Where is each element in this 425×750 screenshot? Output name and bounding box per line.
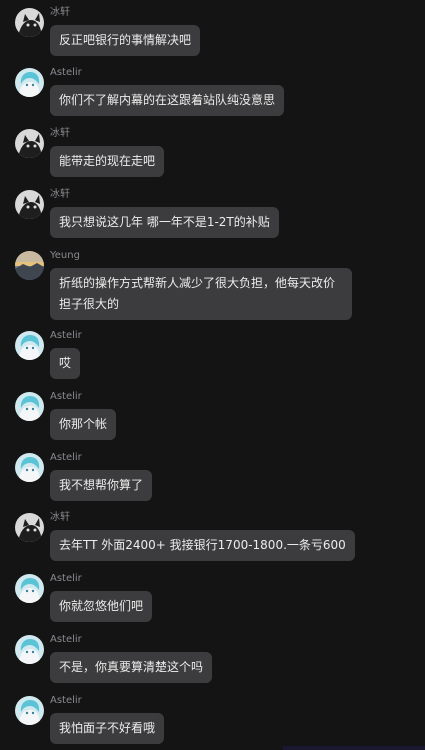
chat-history: 冰轩 反正吧银行的事情解决吧 Astelir 你们不了解内幕的在这跟着站队纯没意… bbox=[0, 0, 425, 750]
sender-name: Astelir bbox=[50, 330, 82, 341]
message-bubble[interactable]: 折纸的操作方式帮新人减少了很大负担，他每天改价担子很大的 bbox=[50, 268, 352, 320]
sender-name: Astelir bbox=[50, 391, 82, 402]
sender-name: Astelir bbox=[50, 634, 82, 645]
cat-avatar-icon[interactable] bbox=[15, 129, 44, 158]
anime-avatar-icon[interactable] bbox=[15, 392, 44, 421]
anime-avatar-icon[interactable] bbox=[15, 453, 44, 482]
sender-name: Astelir bbox=[50, 695, 82, 706]
message-bubble[interactable]: 你那个帐 bbox=[50, 409, 117, 440]
message-bubble[interactable]: 能带走的现在走吧 bbox=[50, 146, 165, 177]
sender-name: Astelir bbox=[50, 67, 82, 78]
message-bubble[interactable]: 我不想帮你算了 bbox=[50, 470, 153, 501]
cat-avatar-icon[interactable] bbox=[15, 190, 44, 219]
message-bubble[interactable]: 反正吧银行的事情解决吧 bbox=[50, 25, 201, 56]
sender-name: Yeung bbox=[50, 250, 80, 261]
anime-avatar-icon[interactable] bbox=[15, 635, 44, 664]
anime-avatar-icon[interactable] bbox=[15, 696, 44, 725]
anime-avatar-icon[interactable] bbox=[15, 331, 44, 360]
sender-name: 冰轩 bbox=[50, 189, 70, 200]
message-bubble[interactable]: 我怕面子不好看哦 bbox=[50, 713, 165, 744]
sender-name: Astelir bbox=[50, 573, 82, 584]
landscape-avatar-icon[interactable] bbox=[15, 251, 44, 280]
sender-name: 冰轩 bbox=[50, 512, 70, 523]
message-bubble[interactable]: 不是，你真要算清楚这个吗 bbox=[50, 652, 213, 683]
anime-avatar-icon[interactable] bbox=[15, 68, 44, 97]
bottom-bar bbox=[283, 746, 425, 750]
cat-avatar-icon[interactable] bbox=[15, 513, 44, 542]
message-bubble[interactable]: 去年TT 外面2400+ 我接银行1700-1800.一条亏600 bbox=[50, 530, 355, 561]
anime-avatar-icon[interactable] bbox=[15, 574, 44, 603]
cat-avatar-icon[interactable] bbox=[15, 8, 44, 37]
message-bubble[interactable]: 哎 bbox=[50, 348, 81, 379]
message-bubble[interactable]: 你们不了解内幕的在这跟着站队纯没意思 bbox=[50, 85, 285, 116]
message-bubble[interactable]: 我只想说这几年 哪一年不是1-2T的补贴 bbox=[50, 207, 279, 238]
message-bubble[interactable]: 你就忽悠他们吧 bbox=[50, 591, 153, 622]
sender-name: Astelir bbox=[50, 452, 82, 463]
sender-name: 冰轩 bbox=[50, 7, 70, 18]
sender-name: 冰轩 bbox=[50, 128, 70, 139]
